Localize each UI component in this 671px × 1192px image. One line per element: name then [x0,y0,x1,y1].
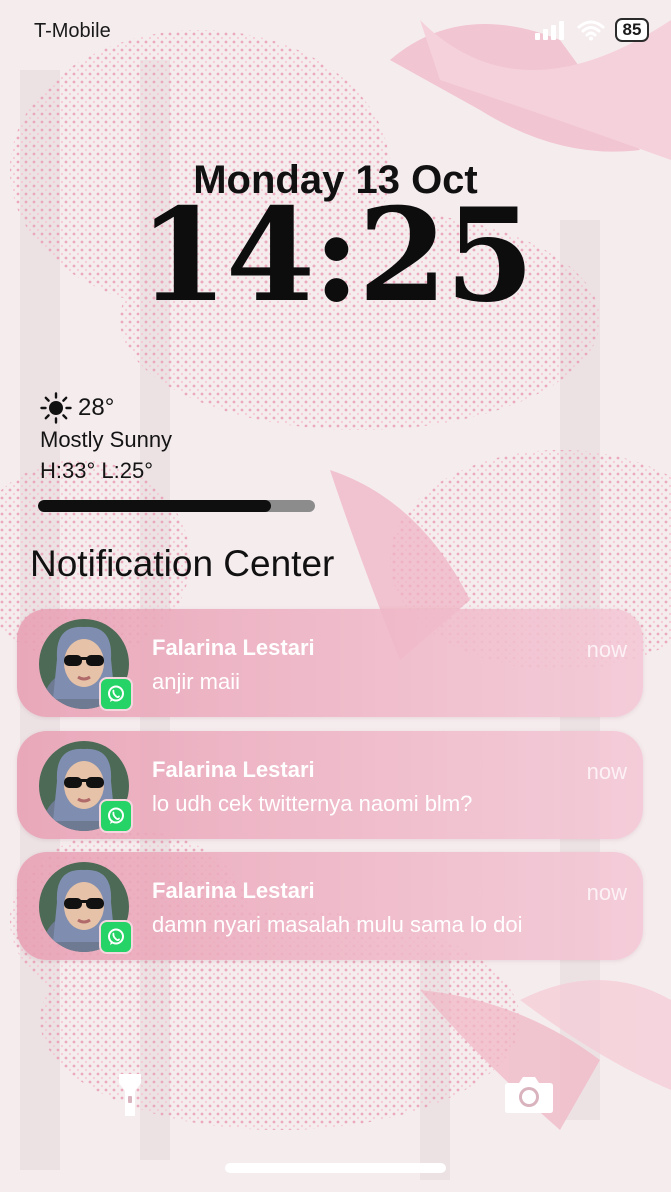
notification-card[interactable]: Falarina Lestari lo udh cek twitternya n… [17,731,643,839]
weather-widget[interactable]: 28° Mostly Sunny H:33° L:25° [40,392,172,486]
notification-card[interactable]: Falarina Lestari anjir maii now [17,609,643,717]
notification-time: now [586,880,627,905]
notification-sender: Falarina Lestari [152,757,315,782]
camera-icon[interactable] [504,1074,554,1114]
notification-message: anjir maii [152,669,241,694]
notification-message: damn nyari masalah mulu sama lo doi [152,912,523,937]
weather-condition: Mostly Sunny [40,427,173,452]
widget-progress-fill [38,500,271,512]
lock-time: 14:25 [138,181,535,331]
whatsapp-icon [99,677,133,711]
notification-time: now [586,637,627,662]
notification-time: now [586,759,627,784]
signal-icon [535,21,564,40]
carrier-label: T-Mobile [34,20,111,42]
notification-message: lo udh cek twitternya naomi blm? [152,791,473,816]
notification-center-title: Notification Center [30,543,335,584]
whatsapp-icon [99,920,133,954]
notification-sender: Falarina Lestari [152,878,315,903]
weather-temperature: 28° [78,394,115,421]
battery-indicator: 85 [615,18,649,42]
weather-high-low: H:33° L:25° [40,458,153,483]
sun-icon [40,392,72,424]
widget-progress-bar [38,500,315,512]
home-indicator[interactable] [225,1163,446,1173]
flashlight-icon[interactable] [112,1072,148,1118]
status-icons: 85 [535,18,649,42]
whatsapp-icon [99,799,133,833]
notification-card[interactable]: Falarina Lestari damn nyari masalah mulu… [17,852,643,960]
notification-sender: Falarina Lestari [152,635,315,660]
wifi-icon [577,20,605,41]
